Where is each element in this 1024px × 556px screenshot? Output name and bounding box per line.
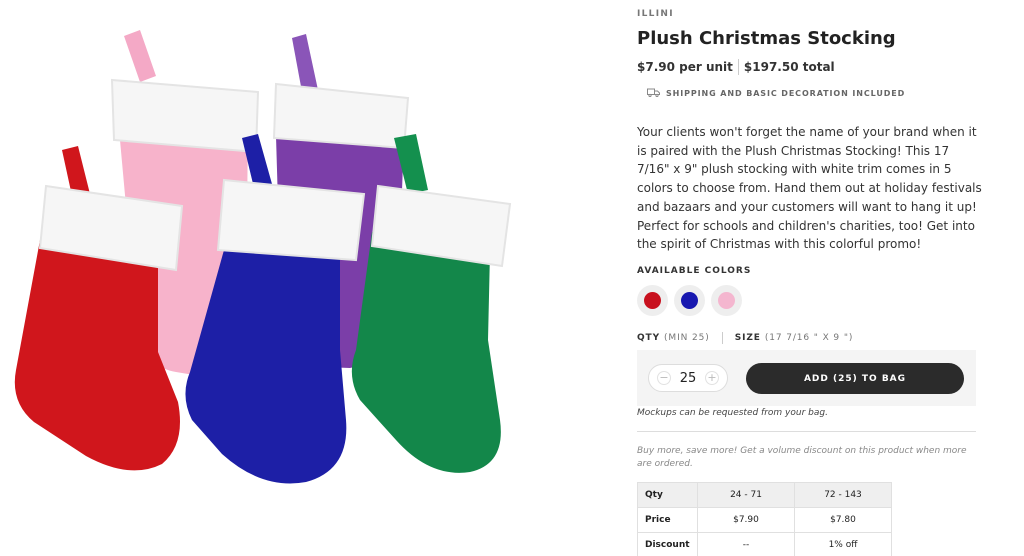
table-cell: Price bbox=[637, 507, 698, 533]
volume-discount-note: Buy more, save more! Get a volume discou… bbox=[637, 446, 967, 469]
qty-min: (MIN 25) bbox=[664, 333, 710, 343]
price-divider bbox=[737, 59, 739, 75]
mockups-note: Mockups can be requested from your bag. bbox=[637, 408, 828, 418]
shipping-note: SHIPPING AND BASIC DECORATION INCLUDED bbox=[647, 88, 905, 99]
table-cell: 1% off bbox=[794, 532, 892, 556]
decrement-button[interactable]: − bbox=[657, 371, 671, 385]
price-row: $7.90 per unit $197.50 total bbox=[637, 59, 835, 75]
product-image bbox=[0, 0, 520, 556]
table-cell: 24 - 71 bbox=[697, 482, 795, 508]
swatch-dot bbox=[644, 292, 661, 309]
shipping-note-text: SHIPPING AND BASIC DECORATION INCLUDED bbox=[666, 89, 906, 98]
brand-label[interactable]: ILLINI bbox=[637, 9, 674, 19]
table-row: Discount -- 1% off bbox=[637, 532, 892, 556]
qty-label: QTY bbox=[637, 333, 661, 343]
section-divider bbox=[637, 431, 976, 432]
truck-icon bbox=[647, 88, 660, 99]
quantity-stepper: − 25 + bbox=[648, 364, 728, 392]
add-to-bag-button[interactable]: ADD (25) TO BAG bbox=[746, 363, 964, 394]
swatch-dot bbox=[681, 292, 698, 309]
total-price: $197.50 total bbox=[743, 60, 835, 74]
table-cell: -- bbox=[697, 532, 795, 556]
product-panel: ILLINI Plush Christmas Stocking $7.90 pe… bbox=[637, 0, 982, 556]
color-swatch-pink[interactable] bbox=[711, 285, 742, 316]
quantity-input[interactable]: 25 bbox=[680, 371, 697, 386]
add-to-bag-box: − 25 + ADD (25) TO BAG bbox=[637, 350, 976, 406]
table-cell: Discount bbox=[637, 532, 698, 556]
qty-size-row: QTY (MIN 25) SIZE (17 7/16 " X 9 ") bbox=[637, 332, 853, 344]
size-value: (17 7/16 " X 9 ") bbox=[764, 333, 854, 343]
increment-button[interactable]: + bbox=[704, 371, 719, 385]
table-cell: $7.80 bbox=[794, 507, 892, 533]
stockings-illustration bbox=[14, 30, 512, 484]
available-colors-label: AVAILABLE COLORS bbox=[637, 266, 752, 276]
table-cell: Qty bbox=[637, 482, 698, 508]
product-title: Plush Christmas Stocking bbox=[637, 28, 896, 49]
table-cell: $7.90 bbox=[697, 507, 795, 533]
table-row: Price $7.90 $7.80 bbox=[637, 507, 892, 533]
volume-discount-table: Qty 24 - 71 72 - 143 Price $7.90 $7.80 D… bbox=[637, 482, 892, 556]
table-row: Qty 24 - 71 72 - 143 bbox=[637, 482, 892, 508]
size-label: SIZE bbox=[734, 333, 761, 343]
table-cell: 72 - 143 bbox=[794, 482, 892, 508]
swatch-dot bbox=[718, 292, 735, 309]
unit-price: $7.90 per unit bbox=[637, 60, 733, 74]
qty-size-divider bbox=[721, 332, 723, 344]
color-swatch-red[interactable] bbox=[637, 285, 668, 316]
color-swatches bbox=[637, 285, 742, 316]
product-description: Your clients won't forget the name of yo… bbox=[637, 125, 982, 252]
color-swatch-blue[interactable] bbox=[674, 285, 705, 316]
